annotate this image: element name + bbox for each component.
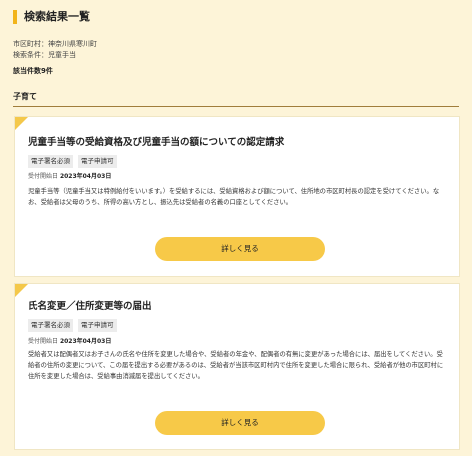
tag-online-application: 電子申請可 (78, 319, 117, 332)
details-button[interactable]: 詳しく見る (155, 237, 325, 261)
date-label: 受付開始日 (28, 338, 59, 345)
result-count: 該当件数9件 (13, 67, 53, 75)
result-card: 氏名変更／住所変更等の届出 電子署名必須 電子申請可 受付開始日 2023年04… (14, 283, 460, 450)
date-value: 2023年04月03日 (59, 173, 112, 180)
result-card: 児童手当等の受給資格及び児童手当の額についての認定請求 電子署名必須 電子申請可… (14, 116, 460, 277)
card-tags: 電子署名必須 電子申請可 (28, 155, 117, 168)
search-city: 市区町村：神奈川県寒川町 (13, 40, 97, 48)
page-title: 検索結果一覧 (13, 10, 90, 24)
page: 検索結果一覧 市区町村：神奈川県寒川町 検索条件：児童手当 該当件数9件 子育て… (0, 0, 472, 456)
card-corner-decoration (15, 117, 28, 130)
tag-online-application: 電子申請可 (78, 155, 117, 168)
card-date: 受付開始日 2023年04月03日 (28, 336, 111, 345)
date-label: 受付開始日 (28, 173, 59, 180)
card-description: 受給者又は配偶者又はお子さんの氏名や住所を変更した場合や、受給者の年金や、配偶者… (28, 351, 444, 380)
date-value: 2023年04月03日 (59, 338, 112, 345)
search-meta: 市区町村：神奈川県寒川町 検索条件：児童手当 (13, 39, 97, 61)
card-corner-decoration (15, 284, 28, 297)
card-date: 受付開始日 2023年04月03日 (28, 171, 111, 180)
details-button[interactable]: 詳しく見る (155, 411, 325, 435)
tag-signature-required: 電子署名必須 (28, 319, 73, 332)
card-title: 氏名変更／住所変更等の届出 (28, 301, 152, 312)
section-title: 子育て (13, 91, 459, 107)
search-conditions: 検索条件：児童手当 (13, 51, 76, 59)
card-tags: 電子署名必須 電子申請可 (28, 319, 117, 332)
card-title: 児童手当等の受給資格及び児童手当の額についての認定請求 (28, 137, 285, 148)
tag-signature-required: 電子署名必須 (28, 155, 73, 168)
card-description: 児童手当等（児童手当又は特例給付をいいます。）を受給するには、受給資格および額に… (28, 188, 440, 206)
